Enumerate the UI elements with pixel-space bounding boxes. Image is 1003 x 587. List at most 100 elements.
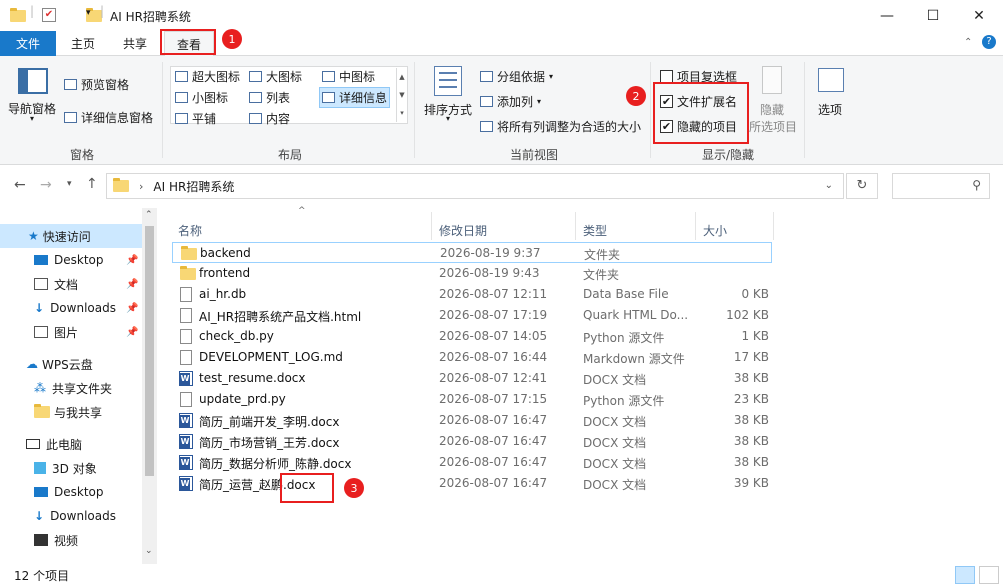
html-file-icon — [180, 308, 192, 323]
options-icon[interactable] — [818, 68, 844, 92]
nav-desktop[interactable]: Desktop 📌 — [0, 248, 142, 272]
nav-desktop-pc[interactable]: Desktop — [0, 480, 142, 504]
layout-medium-icons[interactable]: 中图标 — [322, 68, 375, 85]
group-by-icon — [480, 71, 493, 82]
close-button[interactable]: ✕ — [956, 0, 1002, 31]
pin-icon[interactable]: 📌 — [126, 327, 138, 338]
address-bar[interactable]: › AI HR招聘系统 ⌄ — [106, 173, 844, 199]
maximize-button[interactable]: ☐ — [910, 0, 956, 31]
nav-downloads-pc[interactable]: ↓ Downloads — [0, 504, 142, 528]
word-file-icon — [179, 413, 193, 428]
column-type[interactable]: 类型 — [583, 222, 607, 239]
forward-arrow-icon[interactable]: → — [40, 177, 52, 193]
divider — [650, 62, 651, 158]
help-icon[interactable]: ? — [982, 35, 996, 49]
scroll-thumb[interactable] — [145, 226, 154, 476]
layout-extra-large-icons[interactable]: 超大图标 — [175, 68, 240, 85]
annotation-box-view-tab — [160, 29, 216, 55]
address-dropdown-icon[interactable]: ⌄ — [825, 180, 833, 191]
title-bar: | ✔ ▾ | AI HR招聘系统 — ☐ ✕ — [0, 0, 1003, 31]
group-by-button[interactable]: 分组依据 ▾ — [480, 68, 553, 85]
scroll-up-icon[interactable]: ⌃ — [145, 210, 153, 220]
desktop-icon — [34, 487, 48, 497]
search-input[interactable]: ⚲ — [892, 173, 990, 199]
up-arrow-icon[interactable]: ↑ — [86, 176, 98, 192]
table-row[interactable]: 简历_数据分析师_陈静.docx 2026-08-07 16:47 DOCX 文… — [172, 452, 772, 473]
separator: | — [30, 4, 35, 18]
layout-content[interactable]: 内容 — [249, 110, 290, 127]
layout-small-icons[interactable]: 小图标 — [175, 89, 228, 106]
star-icon: ★ — [28, 229, 39, 243]
table-row[interactable]: DEVELOPMENT_LOG.md 2026-08-07 16:44 Mark… — [172, 347, 772, 368]
chevron-right-icon[interactable]: › — [139, 180, 143, 193]
table-row[interactable]: ai_hr.db 2026-08-07 12:11 Data Base File… — [172, 284, 772, 305]
nav-shared-folder[interactable]: ⁂ 共享文件夹 — [0, 376, 142, 400]
column-date[interactable]: 修改日期 — [439, 222, 487, 239]
column-size[interactable]: 大小 — [703, 222, 727, 239]
table-row[interactable]: update_prd.py 2026-08-07 17:15 Python 源文… — [172, 389, 772, 410]
tab-share[interactable]: 共享 — [112, 31, 158, 56]
pin-icon[interactable]: 📌 — [126, 255, 138, 266]
layout-large-icons[interactable]: 大图标 — [249, 68, 302, 85]
cube-icon — [34, 462, 46, 474]
nav-scrollbar[interactable]: ⌃ ⌄ — [142, 208, 157, 564]
layout-list[interactable]: 列表 — [249, 89, 290, 106]
divider — [414, 62, 415, 158]
refresh-icon[interactable]: ↻ — [846, 173, 878, 199]
collapse-ribbon-icon[interactable]: ⌃ — [964, 37, 972, 48]
nav-downloads[interactable]: ↓ Downloads 📌 — [0, 296, 142, 320]
details-pane-button[interactable]: 详细信息窗格 — [64, 109, 153, 126]
computer-icon — [26, 439, 40, 449]
folder-icon — [180, 266, 196, 280]
column-name[interactable]: 名称 — [178, 222, 202, 239]
quick-access-dropdown-icon[interactable]: ▾ — [86, 8, 91, 18]
video-icon — [34, 534, 48, 546]
nav-this-pc[interactable]: 此电脑 — [0, 432, 142, 456]
nav-pictures[interactable]: 图片 📌 — [0, 320, 142, 344]
pin-icon[interactable]: 📌 — [126, 279, 138, 290]
back-arrow-icon[interactable]: ← — [14, 177, 26, 193]
nav-3d-objects[interactable]: 3D 对象 — [0, 456, 142, 480]
layout-tiles[interactable]: 平铺 — [175, 110, 216, 127]
gallery-scroll[interactable]: ▲ ▼ ▾ — [396, 68, 407, 122]
nav-shared-with-me[interactable]: 与我共享 — [0, 400, 142, 424]
sort-indicator-icon: ^ — [298, 206, 306, 216]
nav-quick-access[interactable]: ★ 快速访问 — [0, 224, 142, 248]
layout-details[interactable]: 详细信息 — [319, 87, 391, 108]
table-row[interactable]: 简历_运营_赵鹏.docx 2026-08-07 16:47 DOCX 文档 3… — [172, 473, 772, 494]
size-columns-icon — [480, 121, 493, 132]
scroll-down-icon[interactable]: ⌄ — [145, 546, 153, 556]
layout-group-label: 布局 — [277, 148, 302, 162]
divider — [695, 212, 696, 240]
nav-documents[interactable]: 文档 📌 — [0, 272, 142, 296]
large-icons-view-icon[interactable] — [979, 566, 999, 584]
options-button[interactable]: 选项 — [818, 101, 842, 118]
annotation-box-extension — [280, 473, 334, 503]
table-row[interactable]: 简历_前端开发_李明.docx 2026-08-07 16:47 DOCX 文档… — [172, 410, 772, 431]
navigation-pane: ★ 快速访问 Desktop 📌 文档 📌 ↓ Downloads 📌 图片 📌… — [0, 208, 157, 564]
breadcrumb[interactable]: AI HR招聘系统 — [153, 178, 234, 195]
minimize-button[interactable]: — — [864, 0, 910, 31]
tab-home[interactable]: 主页 — [60, 31, 106, 56]
table-row[interactable]: AI_HR招聘系统产品文档.html 2026-08-07 17:19 Quar… — [172, 305, 772, 326]
recent-locations-icon[interactable]: ▾ — [67, 179, 72, 189]
table-row[interactable]: backend 2026-08-19 9:37 文件夹 — [172, 242, 772, 263]
table-row[interactable]: check_db.py 2026-08-07 14:05 Python 源文件 … — [172, 326, 772, 347]
nav-videos[interactable]: 视频 — [0, 528, 142, 552]
navigation-pane-icon[interactable] — [18, 68, 48, 94]
size-all-columns-button[interactable]: 将所有列调整为合适的大小 — [480, 118, 641, 135]
properties-icon[interactable]: ✔ — [42, 8, 56, 22]
preview-pane-button[interactable]: 预览窗格 — [64, 76, 129, 93]
divider — [162, 62, 163, 158]
table-row[interactable]: test_resume.docx 2026-08-07 12:41 DOCX 文… — [172, 368, 772, 389]
show-hide-group-label: 显示/隐藏 — [701, 148, 755, 162]
preview-pane-icon — [64, 79, 77, 90]
table-row[interactable]: 简历_市场营销_王芳.docx 2026-08-07 16:47 DOCX 文档… — [172, 431, 772, 452]
details-view-icon[interactable] — [955, 566, 975, 584]
pin-icon[interactable]: 📌 — [126, 303, 138, 314]
nav-wps-cloud[interactable]: ☁ WPS云盘 — [0, 352, 142, 376]
tab-file[interactable]: 文件 — [0, 31, 56, 56]
table-row[interactable]: frontend 2026-08-19 9:43 文件夹 — [172, 263, 772, 284]
sort-by-icon[interactable] — [434, 66, 462, 96]
add-columns-button[interactable]: 添加列 ▾ — [480, 93, 541, 110]
